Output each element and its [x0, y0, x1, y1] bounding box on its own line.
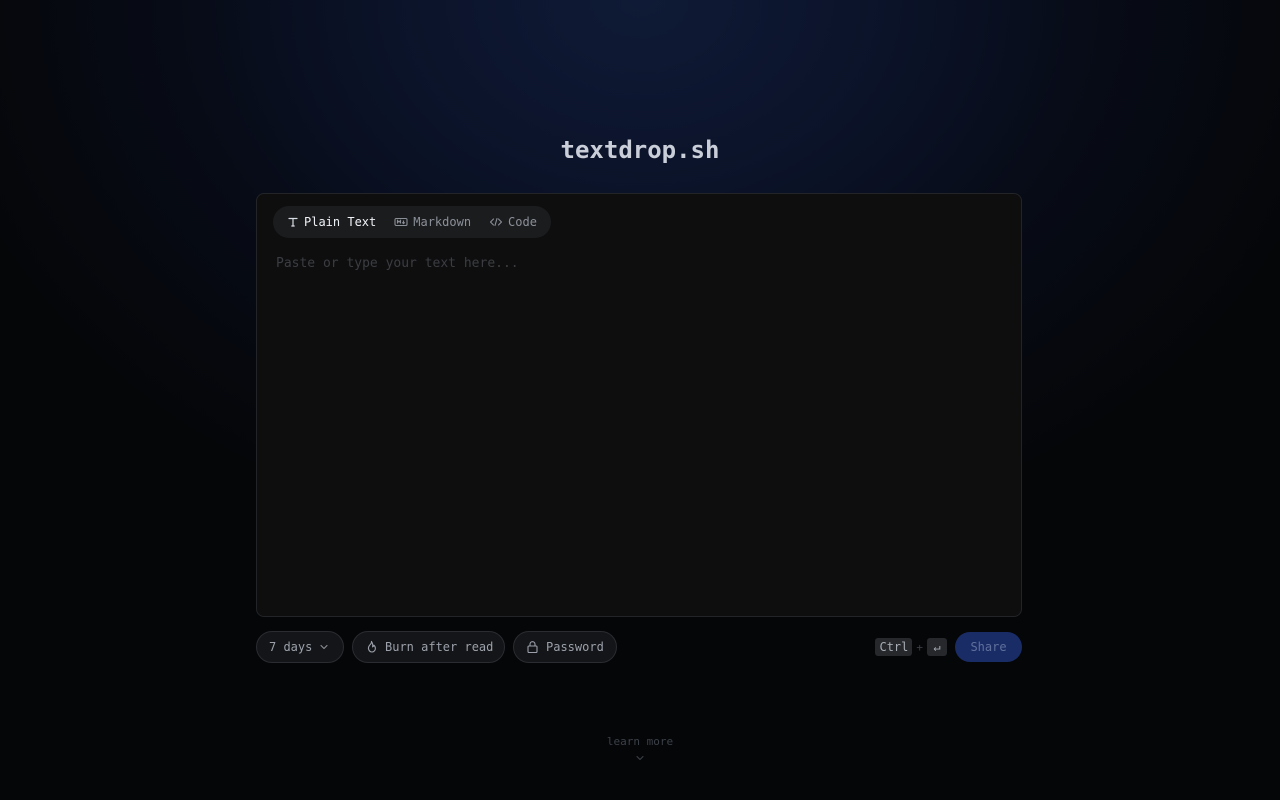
burn-label: Burn after read — [385, 640, 494, 654]
flame-icon — [365, 640, 378, 654]
keyboard-shortcut-hint: Ctrl + ↵ — [875, 638, 947, 656]
expiry-select[interactable]: 7 days — [256, 631, 344, 663]
tab-code[interactable]: Code — [481, 209, 545, 235]
tab-label: Markdown — [413, 215, 472, 229]
password-toggle[interactable]: Password — [513, 631, 617, 663]
ctrl-key: Ctrl — [875, 638, 913, 656]
markdown-icon — [394, 216, 408, 228]
tab-markdown[interactable]: Markdown — [386, 209, 479, 235]
learn-more-link[interactable]: learn more — [0, 735, 1280, 762]
shortcut-plus: + — [916, 640, 923, 654]
text-type-icon — [287, 216, 299, 228]
tab-label: Plain Text — [304, 215, 377, 229]
lock-icon — [526, 640, 539, 654]
password-label: Password — [546, 640, 604, 654]
chevron-down-icon — [0, 754, 1280, 762]
code-icon — [489, 216, 503, 228]
chevron-down-icon — [319, 642, 329, 652]
burn-after-read-toggle[interactable]: Burn after read — [352, 631, 505, 663]
mode-tabs: Plain Text Markdown Code — [273, 206, 551, 238]
site-title: textdrop.sh — [560, 136, 720, 164]
tab-plain-text[interactable]: Plain Text — [279, 209, 384, 235]
editor-panel: Plain Text Markdown Code — [256, 193, 1022, 617]
paste-options-bar: 7 days Burn after read Password Ctrl + ↵… — [256, 631, 1022, 663]
tab-label: Code — [508, 215, 537, 229]
expiry-label: 7 days — [269, 640, 313, 654]
share-button[interactable]: Share — [955, 632, 1022, 662]
paste-textarea[interactable] — [276, 256, 1002, 596]
enter-key: ↵ — [927, 638, 947, 656]
learn-more-label: learn more — [606, 735, 674, 748]
